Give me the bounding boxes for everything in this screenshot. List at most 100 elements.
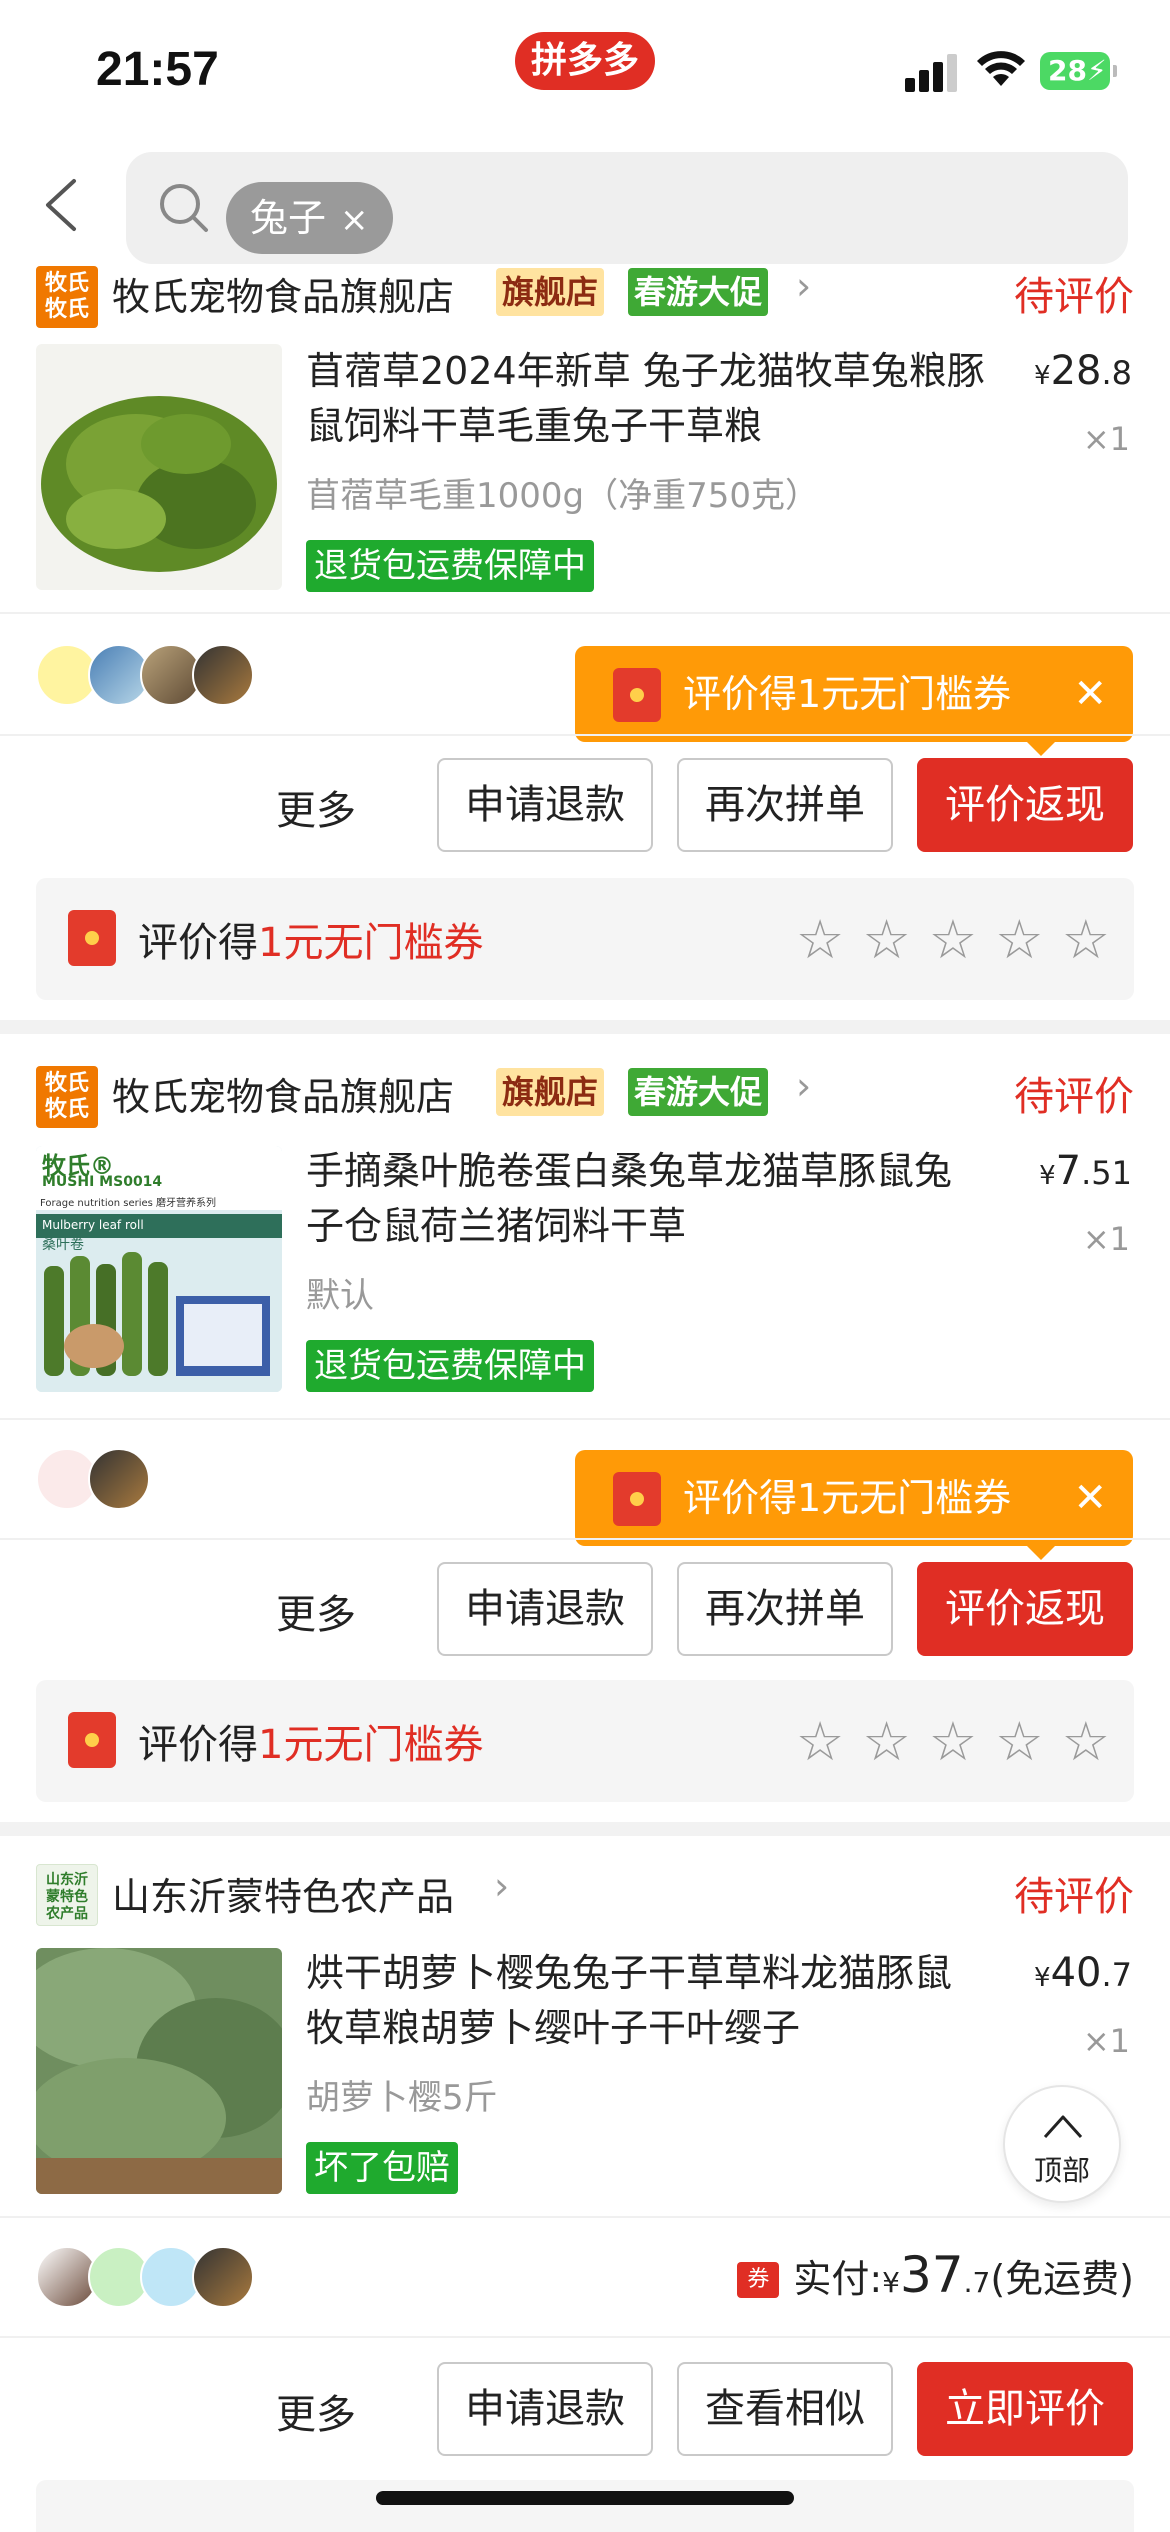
cellular-signal-icon — [905, 52, 961, 92]
shop-row[interactable]: 牧氏 牧氏 牧氏宠物食品旗舰店 旗舰店 春游大促 › — [36, 262, 1136, 328]
paid-label: 实付: — [793, 2257, 883, 2301]
battery-level: 28 — [1048, 54, 1087, 87]
quantity: ×1 — [1082, 420, 1130, 458]
image-roll-text: Mulberry leaf roll — [42, 1218, 144, 1232]
review-coupon-tooltip[interactable]: 评价得1元无门槛券 ✕ — [575, 646, 1133, 756]
star-icon[interactable]: ☆ — [995, 1712, 1043, 1772]
star-icon[interactable]: ☆ — [1062, 1712, 1110, 1772]
price: ¥28.8 — [1034, 348, 1132, 394]
more-button[interactable]: 更多 — [276, 2382, 356, 2440]
product-image[interactable] — [36, 1948, 282, 2194]
back-to-top-label: 顶部 — [1033, 2154, 1090, 2187]
home-indicator[interactable] — [376, 2491, 794, 2505]
chevron-up-icon — [1043, 2115, 1083, 2139]
star-icon[interactable]: ☆ — [862, 1712, 910, 1772]
more-button[interactable]: 更多 — [276, 778, 356, 836]
review-prefix: 评价得 — [138, 920, 258, 966]
wifi-icon — [977, 51, 1025, 86]
divider — [0, 2216, 1170, 2218]
shop-logo: 牧氏 牧氏 — [36, 1066, 98, 1128]
shop-row[interactable]: 山东沂 蒙特色 农产品 山东沂蒙特色农产品 › — [36, 1862, 1136, 1926]
quantity: ×1 — [1082, 1220, 1130, 1258]
coupon-badge: 券 — [737, 2262, 780, 2298]
divider — [0, 1418, 1170, 1420]
order-actions: 更多 申请退款 再次拼单 评价返现 — [0, 1562, 1170, 1656]
chevron-right-icon: › — [494, 1864, 510, 1908]
review-bar[interactable]: 评价得1元无门槛券 ☆ ☆ ☆ ☆ ☆ — [36, 878, 1134, 1000]
close-icon[interactable]: ✕ — [1073, 646, 1107, 742]
guarantee-badge: 退货包运费保障中 — [306, 1340, 594, 1392]
back-arrow-icon[interactable] — [36, 175, 96, 235]
tooltip-text: 评价得1元无门槛券 — [683, 672, 1012, 716]
product-title[interactable]: 苜蓿草2024年新草 兔子龙猫牧草兔粮豚鼠饲料干草毛重兔子干草粮 — [306, 344, 986, 454]
refund-button[interactable]: 申请退款 — [437, 2362, 653, 2456]
divider — [0, 2336, 1170, 2338]
shop-logo: 牧氏 牧氏 — [36, 266, 98, 328]
order-status: 待评价 — [1014, 274, 1134, 320]
search-chip-label: 兔子 — [250, 196, 327, 240]
red-envelope-icon — [68, 1712, 116, 1768]
star-icon[interactable]: ☆ — [796, 1712, 844, 1772]
product-title[interactable]: 手摘桑叶脆卷蛋白桑兔草龙猫草豚鼠兔子仓鼠荷兰猪饲料干草 — [306, 1144, 986, 1254]
search-input[interactable]: 兔子 × — [126, 152, 1128, 264]
product-spec: 苜蓿草毛重1000g（净重750克） — [306, 476, 820, 516]
price: ¥40.7 — [1034, 1950, 1132, 1996]
more-button[interactable]: 更多 — [276, 1582, 356, 1640]
guarantee-badge: 退货包运费保障中 — [306, 540, 594, 592]
find-similar-button[interactable]: 查看相似 — [677, 2362, 893, 2456]
review-cashback-button[interactable]: 评价返现 — [917, 758, 1133, 852]
avatar — [192, 2246, 254, 2308]
clock: 21:57 — [96, 43, 219, 96]
paid-amount: 券实付:¥37.7(免运费) — [737, 2246, 1134, 2304]
star-icon[interactable]: ☆ — [929, 910, 977, 970]
search-header: 兔子 × — [0, 140, 1170, 268]
review-coupon-tooltip[interactable]: 评价得1元无门槛券 ✕ — [575, 1450, 1133, 1560]
rating-stars: ☆ ☆ ☆ ☆ ☆ — [778, 1712, 1110, 1772]
shop-name: 山东沂蒙特色农产品 — [112, 1875, 455, 1919]
refund-button[interactable]: 申请退款 — [437, 758, 653, 852]
search-icon — [160, 184, 208, 232]
flagship-tag: 旗舰店 — [496, 268, 605, 316]
back-to-top-button[interactable]: 顶部 — [1003, 2085, 1121, 2203]
star-icon[interactable]: ☆ — [995, 910, 1043, 970]
avatar — [192, 644, 254, 706]
reorder-button[interactable]: 再次拼单 — [677, 1562, 893, 1656]
avatar — [88, 1448, 150, 1510]
divider — [0, 1538, 1170, 1540]
search-chip[interactable]: 兔子 × — [226, 182, 393, 254]
chip-close-icon[interactable]: × — [340, 200, 369, 240]
red-envelope-icon — [613, 668, 661, 722]
refund-button[interactable]: 申请退款 — [437, 1562, 653, 1656]
rating-stars: ☆ ☆ ☆ ☆ ☆ — [778, 910, 1110, 970]
order-card: 牧氏 牧氏 牧氏宠物食品旗舰店 旗舰店 春游大促 › 待评价 牧氏® MUSHI … — [0, 1062, 1170, 1820]
shop-name: 牧氏宠物食品旗舰店 — [112, 1075, 455, 1119]
paid-symbol: ¥ — [882, 2266, 900, 2299]
product-spec: 默认 — [306, 1276, 374, 1316]
image-model-text: MUSHI MS0014 — [42, 1174, 163, 1190]
price-symbol: ¥ — [1034, 1963, 1051, 1993]
order-status: 待评价 — [1014, 1074, 1134, 1120]
paid-dec: .7 — [963, 2266, 991, 2299]
star-icon[interactable]: ☆ — [862, 910, 910, 970]
price-symbol: ¥ — [1034, 361, 1051, 391]
product-image[interactable] — [36, 344, 282, 590]
status-bar: 21:57 拼多多 28⚡ — [0, 0, 1170, 140]
price-dec: .8 — [1101, 354, 1132, 392]
red-envelope-icon — [68, 910, 116, 966]
next-review-bar — [36, 2480, 1134, 2532]
close-icon[interactable]: ✕ — [1073, 1450, 1107, 1546]
app-badge: 拼多多 — [515, 32, 655, 90]
reorder-button[interactable]: 再次拼单 — [677, 758, 893, 852]
review-cashback-button[interactable]: 评价返现 — [917, 1562, 1133, 1656]
star-icon[interactable]: ☆ — [929, 1712, 977, 1772]
star-icon[interactable]: ☆ — [796, 910, 844, 970]
product-image[interactable]: 牧氏® MUSHI MS0014 Forage nutrition series… — [36, 1146, 282, 1392]
order-separator — [0, 1020, 1170, 1034]
price-dec: .7 — [1101, 1956, 1132, 1994]
star-icon[interactable]: ☆ — [1062, 910, 1110, 970]
shop-row[interactable]: 牧氏 牧氏 牧氏宠物食品旗舰店 旗舰店 春游大促 › — [36, 1062, 1136, 1128]
review-now-button[interactable]: 立即评价 — [917, 2362, 1133, 2456]
review-bar[interactable]: 评价得1元无门槛券 ☆ ☆ ☆ ☆ ☆ — [36, 1680, 1134, 1802]
price-symbol: ¥ — [1039, 1161, 1056, 1191]
product-title[interactable]: 烘干胡萝卜樱兔兔子干草草料龙猫豚鼠牧草粮胡萝卜缨叶子干叶缨子 — [306, 1946, 986, 2056]
